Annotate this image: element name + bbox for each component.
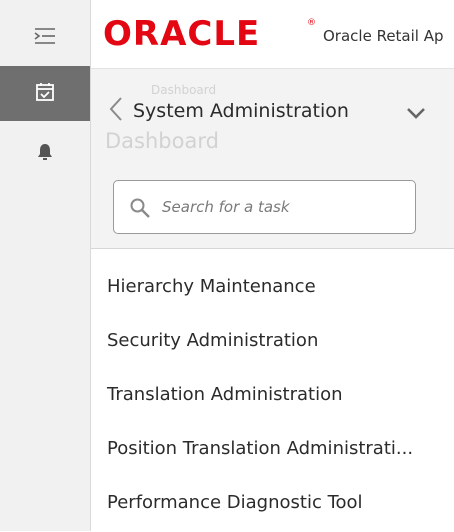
search-input[interactable] (162, 193, 402, 221)
task-item-hierarchy-maintenance[interactable]: Hierarchy Maintenance (107, 276, 316, 297)
ghost-dashboard-large: Dashboard (105, 129, 219, 153)
task-panel: Dashboard Dashboard System Administratio… (91, 69, 454, 532)
chevron-down-icon (406, 104, 426, 123)
task-item-performance-diagnostic-tool[interactable]: Performance Diagnostic Tool (107, 492, 363, 513)
search-icon (129, 197, 151, 219)
oracle-logo: ORACLE (103, 14, 261, 54)
tasks-button[interactable] (0, 66, 90, 121)
panel-title: System Administration (133, 100, 349, 122)
expand-button[interactable] (401, 101, 431, 125)
task-item-position-translation-administration[interactable]: Position Translation Administrati... (107, 438, 413, 459)
chevron-left-icon (109, 96, 123, 126)
back-button[interactable] (101, 95, 131, 127)
app-title: Oracle Retail Ap (323, 27, 444, 45)
tasks-icon (35, 82, 55, 106)
task-item-security-administration[interactable]: Security Administration (107, 330, 318, 351)
app-header: ORACLE ® Oracle Retail Ap (91, 0, 454, 69)
menu-icon (34, 27, 56, 49)
registered-mark: ® (307, 18, 316, 28)
menu-button[interactable] (0, 18, 90, 58)
notifications-button[interactable] (0, 134, 90, 174)
task-search[interactable] (113, 180, 416, 234)
task-item-translation-administration[interactable]: Translation Administration (107, 384, 343, 405)
left-rail (0, 0, 91, 531)
bell-icon (37, 143, 53, 165)
task-list: Hierarchy Maintenance Security Administr… (91, 248, 454, 532)
panel-nav: System Administration (91, 91, 454, 131)
